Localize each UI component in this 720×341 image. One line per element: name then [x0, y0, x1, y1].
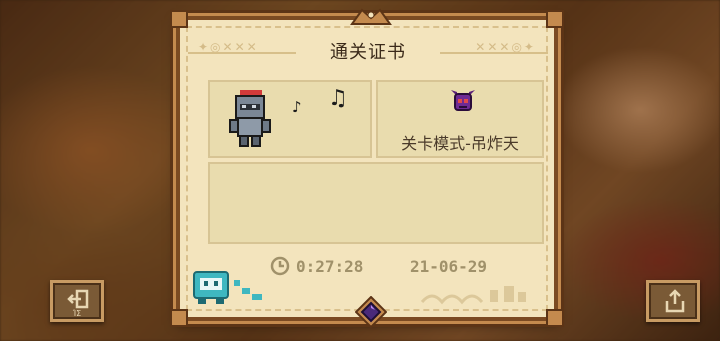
frame-crest-ornament [350, 8, 392, 25]
footer-decoration [420, 286, 526, 305]
clear-date: 21-06-29 [410, 257, 488, 276]
certificate-card: ✦◎✕✕✕ ✕✕✕◎✦ 通关证书 ♪ ♫ 关卡模式-吊炸天 0:27:28 21… [170, 8, 564, 328]
exit-door-icon [67, 289, 89, 309]
exit-button[interactable]: ΊΣ [50, 280, 104, 322]
demon-skull-icon [451, 90, 475, 111]
exit-button-sub-label: ΊΣ [72, 309, 82, 318]
music-note-icon: ♪ [292, 98, 302, 116]
pet-robot-icon [193, 271, 262, 304]
hero-panel: ♪ ♫ [208, 80, 372, 158]
clock-icon [270, 256, 290, 276]
empty-details-panel [208, 162, 544, 244]
stats-row: 0:27:28 21-06-29 [270, 256, 510, 280]
knight-character-icon [229, 90, 271, 147]
purple-gem-ornament [355, 296, 387, 328]
frame-corner-ornament [170, 10, 188, 28]
frame-corner-ornament [546, 10, 564, 28]
mode-panel: 关卡模式-吊炸天 [376, 80, 544, 158]
frame-corner-ornament [170, 309, 188, 327]
music-notes-icon: ♫ [328, 86, 348, 111]
level-mode-label: 关卡模式-吊炸天 [401, 134, 519, 153]
frame-corner-ornament [546, 309, 564, 327]
share-icon [665, 289, 685, 313]
clear-time: 0:27:28 [296, 257, 364, 276]
share-button[interactable] [646, 280, 700, 322]
certificate-title: 通关证书 [188, 38, 548, 68]
